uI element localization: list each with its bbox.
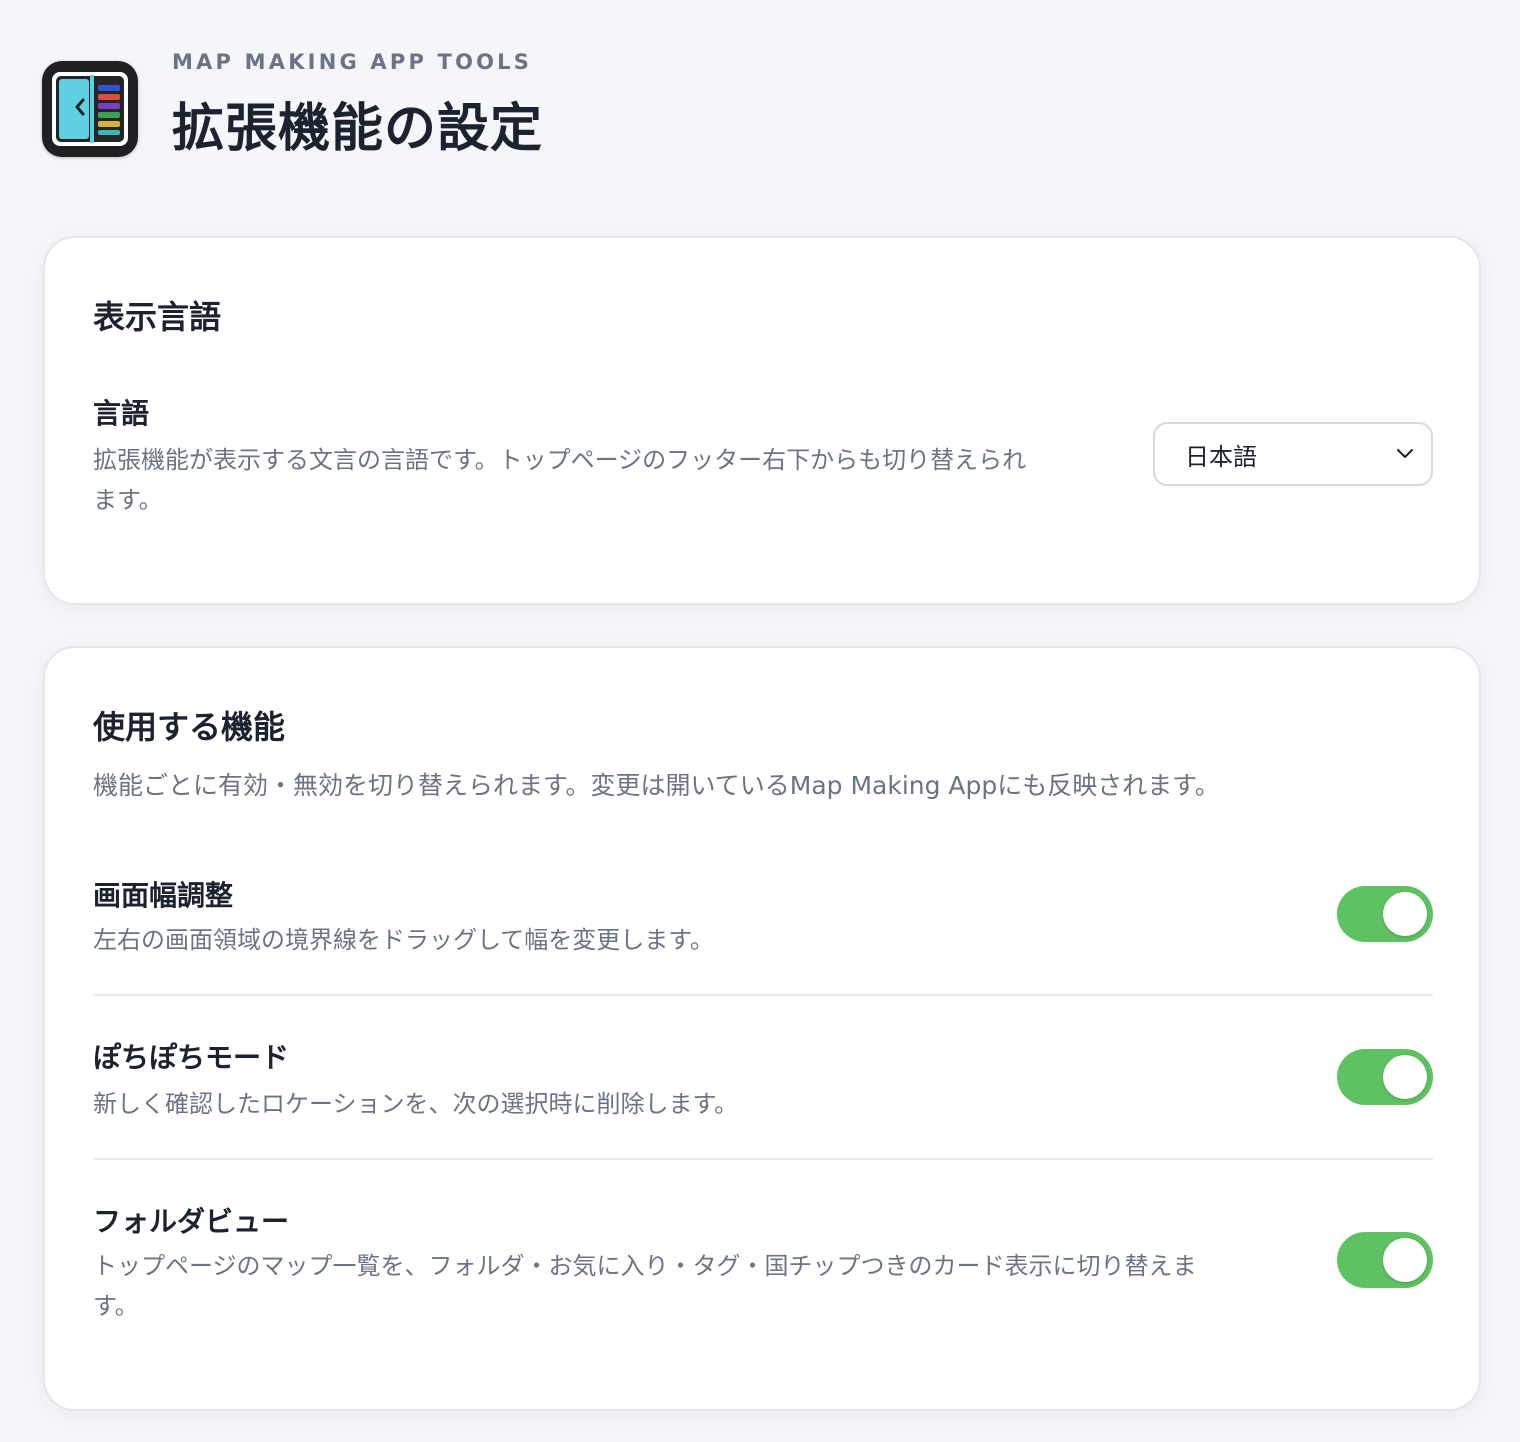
chevron-down-icon — [1397, 449, 1413, 458]
language-row-description-line: 拡張機能が表示する文言の言語です。トップページのフッター右下からも切り替えられ — [93, 446, 1027, 474]
language-section-title: 表示言語 — [93, 298, 222, 336]
feature-description-width-adjust: 左右の画面領域の境界線をドラッグして幅を変更します。 — [93, 920, 1273, 960]
features-section-description: 機能ごとに有効・無効を切り替えられます。変更は開いているMap Making A… — [93, 771, 1220, 800]
feature-title-pochipochi-mode: ぽちぽちモード — [93, 1041, 290, 1074]
feature-description-line: 左右の画面領域の境界線をドラッグして幅を変更します。 — [93, 926, 714, 954]
language-select[interactable]: 日本語 — [1153, 422, 1433, 486]
language-row-description: 拡張機能が表示する文言の言語です。トップページのフッター右下からも切り替えられ … — [93, 440, 1123, 520]
header-kicker: MAP MAKING APP TOOLS — [172, 50, 533, 74]
toggle-knob — [1383, 892, 1427, 936]
toggle-knob — [1383, 1238, 1427, 1282]
toggle-width-adjust[interactable] — [1337, 886, 1433, 942]
feature-description-folder-view: トップページのマップ一覧を、フォルダ・お気に入り・タグ・国チップつきのカード表示… — [93, 1246, 1293, 1326]
page-header: MAP MAKING APP TOOLS 拡張機能の設定 — [42, 50, 543, 161]
features-card: 使用する機能 機能ごとに有効・無効を切り替えられます。変更は開いているMap M… — [43, 646, 1481, 1411]
divider — [93, 1158, 1433, 1160]
divider — [93, 994, 1433, 996]
toggle-pochipochi-mode[interactable] — [1337, 1049, 1433, 1105]
feature-description-line: トップページのマップ一覧を、フォルダ・お気に入り・タグ・国チップつきのカード表示… — [93, 1252, 1197, 1280]
page-title: 拡張機能の設定 — [172, 99, 544, 159]
toggle-knob — [1383, 1055, 1427, 1099]
toggle-folder-view[interactable] — [1337, 1232, 1433, 1288]
language-card: 表示言語 言語 拡張機能が表示する文言の言語です。トップページのフッター右下から… — [43, 236, 1481, 605]
language-row-description-line: ます。 — [93, 486, 163, 514]
features-section-title: 使用する機能 — [93, 708, 286, 746]
language-row-title: 言語 — [93, 397, 150, 430]
feature-title-folder-view: フォルダビュー — [93, 1205, 290, 1238]
feature-description-line: 新しく確認したロケーションを、次の選択時に削除します。 — [93, 1090, 739, 1118]
feature-title-width-adjust: 画面幅調整 — [93, 879, 234, 912]
feature-description-line: す。 — [93, 1292, 139, 1320]
feature-description-pochipochi-mode: 新しく確認したロケーションを、次の選択時に削除します。 — [93, 1084, 1273, 1124]
language-select-value: 日本語 — [1185, 442, 1257, 471]
header-text: MAP MAKING APP TOOLS 拡張機能の設定 — [172, 50, 543, 161]
map-making-app-logo-icon — [42, 60, 138, 157]
